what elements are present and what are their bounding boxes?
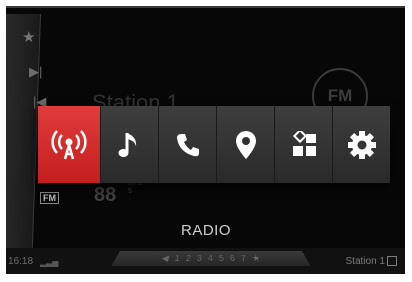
skip-next-icon[interactable]: ▶|	[29, 64, 42, 80]
gear-icon	[347, 130, 376, 159]
chevron-left-icon[interactable]: ◀	[160, 253, 170, 263]
frequency-value: 88	[94, 184, 117, 206]
preset-2[interactable]: 2	[185, 253, 191, 262]
current-station: Station 1	[346, 256, 397, 267]
screen: ★ ▶| |◀ FM FM Station 1 88 MHz 5 RADIO 1…	[6, 6, 405, 274]
left-sidebar	[6, 14, 42, 250]
preset-6[interactable]: 6	[229, 253, 235, 262]
preset-1[interactable]: 1	[174, 253, 181, 262]
star-icon[interactable]: ★	[22, 28, 35, 46]
preset-pager[interactable]: ◀ 1 2 3 4 5 6 7 ★	[111, 250, 311, 266]
dock-phone-button[interactable]	[159, 106, 217, 183]
station-info-icon	[387, 256, 397, 267]
phone-icon	[176, 133, 199, 156]
dock-navigation-button[interactable]	[217, 106, 275, 183]
app-dock	[38, 106, 390, 183]
apps-grid-icon	[292, 130, 316, 156]
map-pin-icon	[235, 130, 256, 159]
band-label[interactable]: FM	[40, 192, 59, 204]
preset-3[interactable]: 3	[196, 253, 202, 262]
clock: 16:18	[8, 256, 34, 267]
top-border	[6, 6, 405, 8]
dock-settings-button[interactable]	[333, 106, 390, 183]
dock-radio-button[interactable]	[38, 106, 101, 183]
preset-4[interactable]: 4	[208, 253, 213, 262]
signal-icon: ▂▃▅	[40, 258, 59, 267]
radio-antenna-icon	[51, 129, 87, 159]
dock-media-button[interactable]	[101, 106, 159, 183]
star-icon[interactable]: ★	[251, 253, 262, 263]
preset-7[interactable]: 7	[240, 253, 247, 262]
dock-apps-button[interactable]	[275, 106, 333, 183]
preset-5[interactable]: 5	[219, 253, 225, 262]
screen-title: RADIO	[180, 222, 231, 239]
music-note-icon	[118, 132, 136, 157]
